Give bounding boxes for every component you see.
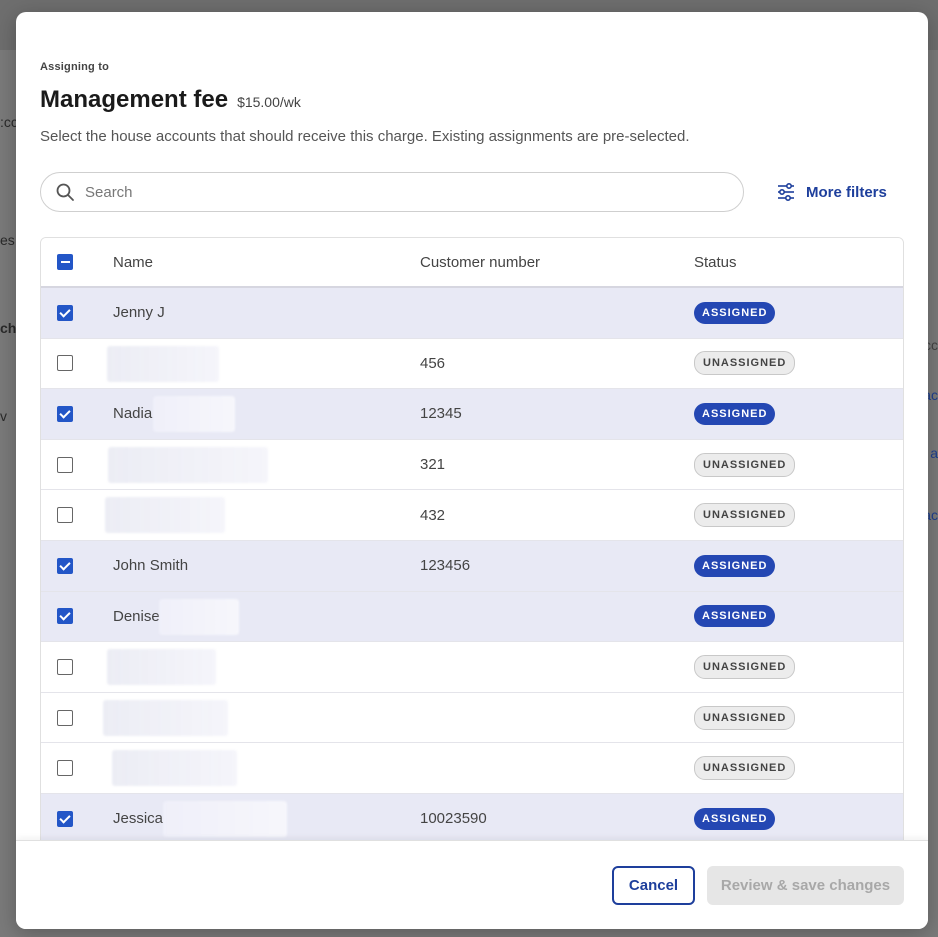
row-checkbox[interactable] — [57, 456, 73, 473]
row-checkbox[interactable] — [57, 709, 73, 726]
status-badge: UNASSIGNED — [694, 756, 796, 781]
charge-price: $15.00/wk — [237, 94, 301, 110]
redacted-name — [107, 649, 216, 686]
status-badge: UNASSIGNED — [694, 503, 796, 528]
redacted-name — [108, 446, 268, 483]
assign-charge-dialog: Assigning to Management fee $15.00/wk Se… — [16, 12, 928, 929]
row-checkbox[interactable] — [57, 760, 73, 777]
column-header-status: Status — [694, 253, 737, 271]
more-filters-button[interactable]: More filters — [776, 182, 887, 202]
title-row: Management fee $15.00/wk — [40, 86, 301, 114]
table-row[interactable]: UNASSIGNED — [41, 693, 903, 744]
more-filters-label: More filters — [806, 183, 887, 201]
account-name: John Smith — [113, 557, 189, 575]
redacted-name — [105, 497, 225, 534]
customer-number: 321 — [420, 456, 446, 474]
status-badge: ASSIGNED — [694, 807, 776, 830]
background-fragment: a — [930, 445, 938, 461]
status-badge: ASSIGNED — [694, 605, 776, 628]
row-checkbox[interactable] — [57, 608, 73, 625]
sliders-icon — [778, 182, 794, 202]
dialog-footer: Cancel Review & save changes — [16, 840, 928, 929]
redacted-name — [112, 750, 237, 787]
account-name: Nadia — [113, 405, 153, 423]
table-row[interactable]: 432 UNASSIGNED — [41, 490, 903, 541]
table-row[interactable]: Jessica 10023590 ASSIGNED — [41, 793, 903, 841]
column-header-customer-number: Customer number — [420, 253, 541, 271]
redacted-name — [159, 598, 239, 635]
status-badge: ASSIGNED — [694, 554, 776, 577]
background-fragment: ch — [0, 320, 17, 336]
customer-number: 456 — [420, 354, 446, 372]
table-row[interactable]: 321 UNASSIGNED — [41, 440, 903, 491]
table-row[interactable]: UNASSIGNED — [41, 642, 903, 693]
review-save-button[interactable]: Review & save changes — [707, 866, 904, 905]
status-badge: UNASSIGNED — [694, 705, 796, 730]
background-fragment: v — [0, 408, 7, 424]
status-badge: UNASSIGNED — [694, 654, 796, 679]
table-row[interactable]: Denise ASSIGNED — [41, 591, 903, 643]
table-row[interactable]: 456 UNASSIGNED — [41, 339, 903, 390]
search-icon — [56, 183, 74, 201]
status-badge: ASSIGNED — [694, 301, 776, 324]
dialog-description: Select the house accounts that should re… — [40, 128, 690, 145]
accounts-table: Name Customer number Status Jenny J ASSI… — [40, 237, 904, 842]
account-name: Jenny J — [113, 304, 165, 322]
customer-number: 10023590 — [420, 810, 487, 828]
table-row[interactable]: Jenny J ASSIGNED — [41, 288, 903, 339]
status-badge: UNASSIGNED — [694, 351, 796, 376]
redacted-name — [107, 345, 219, 382]
status-badge: UNASSIGNED — [694, 452, 796, 477]
row-checkbox[interactable] — [57, 355, 73, 372]
search-box[interactable] — [40, 172, 744, 212]
row-checkbox[interactable] — [57, 557, 73, 574]
row-checkbox[interactable] — [57, 507, 73, 524]
table-header: Name Customer number Status — [41, 238, 903, 288]
search-input[interactable] — [85, 183, 685, 201]
table-row[interactable]: Nadia 12345 ASSIGNED — [41, 389, 903, 440]
account-name: Denise — [113, 607, 160, 625]
redacted-name — [153, 396, 235, 433]
customer-number: 432 — [420, 506, 446, 524]
background-fragment: es — [0, 232, 15, 248]
dialog-title: Management fee — [40, 86, 229, 113]
row-checkbox[interactable] — [57, 405, 73, 422]
table-row[interactable]: John Smith 123456 ASSIGNED — [41, 540, 903, 592]
status-badge: ASSIGNED — [694, 402, 776, 425]
table-row[interactable]: UNASSIGNED — [41, 743, 903, 794]
customer-number: 123456 — [420, 557, 471, 575]
row-checkbox[interactable] — [57, 810, 73, 827]
redacted-name — [163, 800, 287, 837]
redacted-name — [103, 699, 228, 736]
dialog-eyebrow: Assigning to — [40, 61, 110, 73]
select-all-checkbox[interactable] — [57, 254, 73, 270]
customer-number: 12345 — [420, 405, 462, 423]
cancel-button[interactable]: Cancel — [612, 866, 695, 905]
row-checkbox[interactable] — [57, 304, 73, 321]
column-header-name: Name — [113, 253, 154, 271]
account-name: Jessica — [113, 810, 164, 828]
row-checkbox[interactable] — [57, 658, 73, 675]
